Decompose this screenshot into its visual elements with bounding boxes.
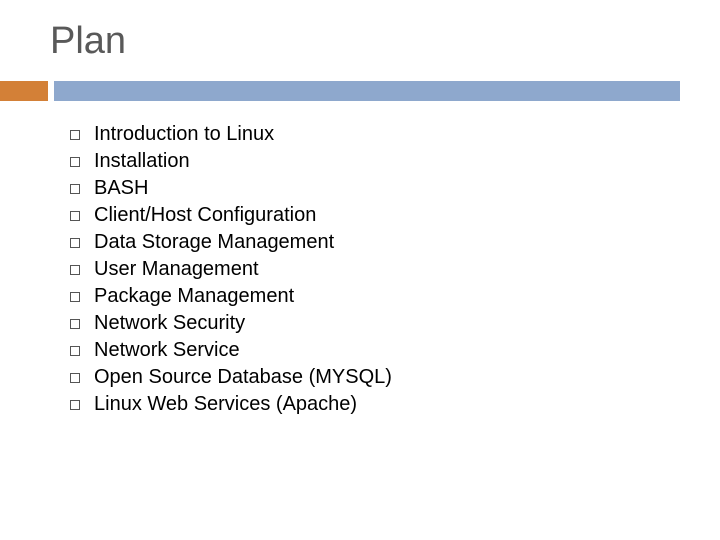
- bullet-square-icon: [70, 211, 80, 221]
- bullet-label: Data Storage Management: [94, 229, 334, 256]
- bullet-square-icon: [70, 319, 80, 329]
- list-item: Network Service: [70, 337, 680, 364]
- bullet-label: Package Management: [94, 283, 294, 310]
- list-item: User Management: [70, 256, 680, 283]
- slide-container: Plan Introduction to Linux Installation …: [0, 0, 720, 540]
- bullet-list: Introduction to Linux Installation BASH …: [70, 121, 680, 418]
- list-item: BASH: [70, 175, 680, 202]
- bullet-square-icon: [70, 265, 80, 275]
- bullet-square-icon: [70, 346, 80, 356]
- bullet-square-icon: [70, 292, 80, 302]
- content-area: Introduction to Linux Installation BASH …: [40, 121, 680, 418]
- bullet-label: User Management: [94, 256, 259, 283]
- bullet-square-icon: [70, 184, 80, 194]
- bullet-label: Installation: [94, 148, 190, 175]
- bullet-square-icon: [70, 238, 80, 248]
- list-item: Package Management: [70, 283, 680, 310]
- bullet-square-icon: [70, 130, 80, 140]
- bullet-square-icon: [70, 373, 80, 383]
- bullet-square-icon: [70, 400, 80, 410]
- slide-title: Plan: [50, 20, 680, 63]
- bullet-label: Open Source Database (MYSQL): [94, 364, 392, 391]
- list-item: Installation: [70, 148, 680, 175]
- bullet-label: Linux Web Services (Apache): [94, 391, 357, 418]
- bullet-label: BASH: [94, 175, 148, 202]
- bullet-square-icon: [70, 157, 80, 167]
- bullet-label: Introduction to Linux: [94, 121, 274, 148]
- divider-bar: [54, 81, 680, 101]
- list-item: Data Storage Management: [70, 229, 680, 256]
- divider: [0, 81, 720, 101]
- bullet-label: Network Security: [94, 310, 245, 337]
- list-item: Linux Web Services (Apache): [70, 391, 680, 418]
- list-item: Client/Host Configuration: [70, 202, 680, 229]
- list-item: Network Security: [70, 310, 680, 337]
- list-item: Introduction to Linux: [70, 121, 680, 148]
- bullet-label: Client/Host Configuration: [94, 202, 316, 229]
- list-item: Open Source Database (MYSQL): [70, 364, 680, 391]
- divider-accent-block: [0, 81, 48, 101]
- bullet-label: Network Service: [94, 337, 240, 364]
